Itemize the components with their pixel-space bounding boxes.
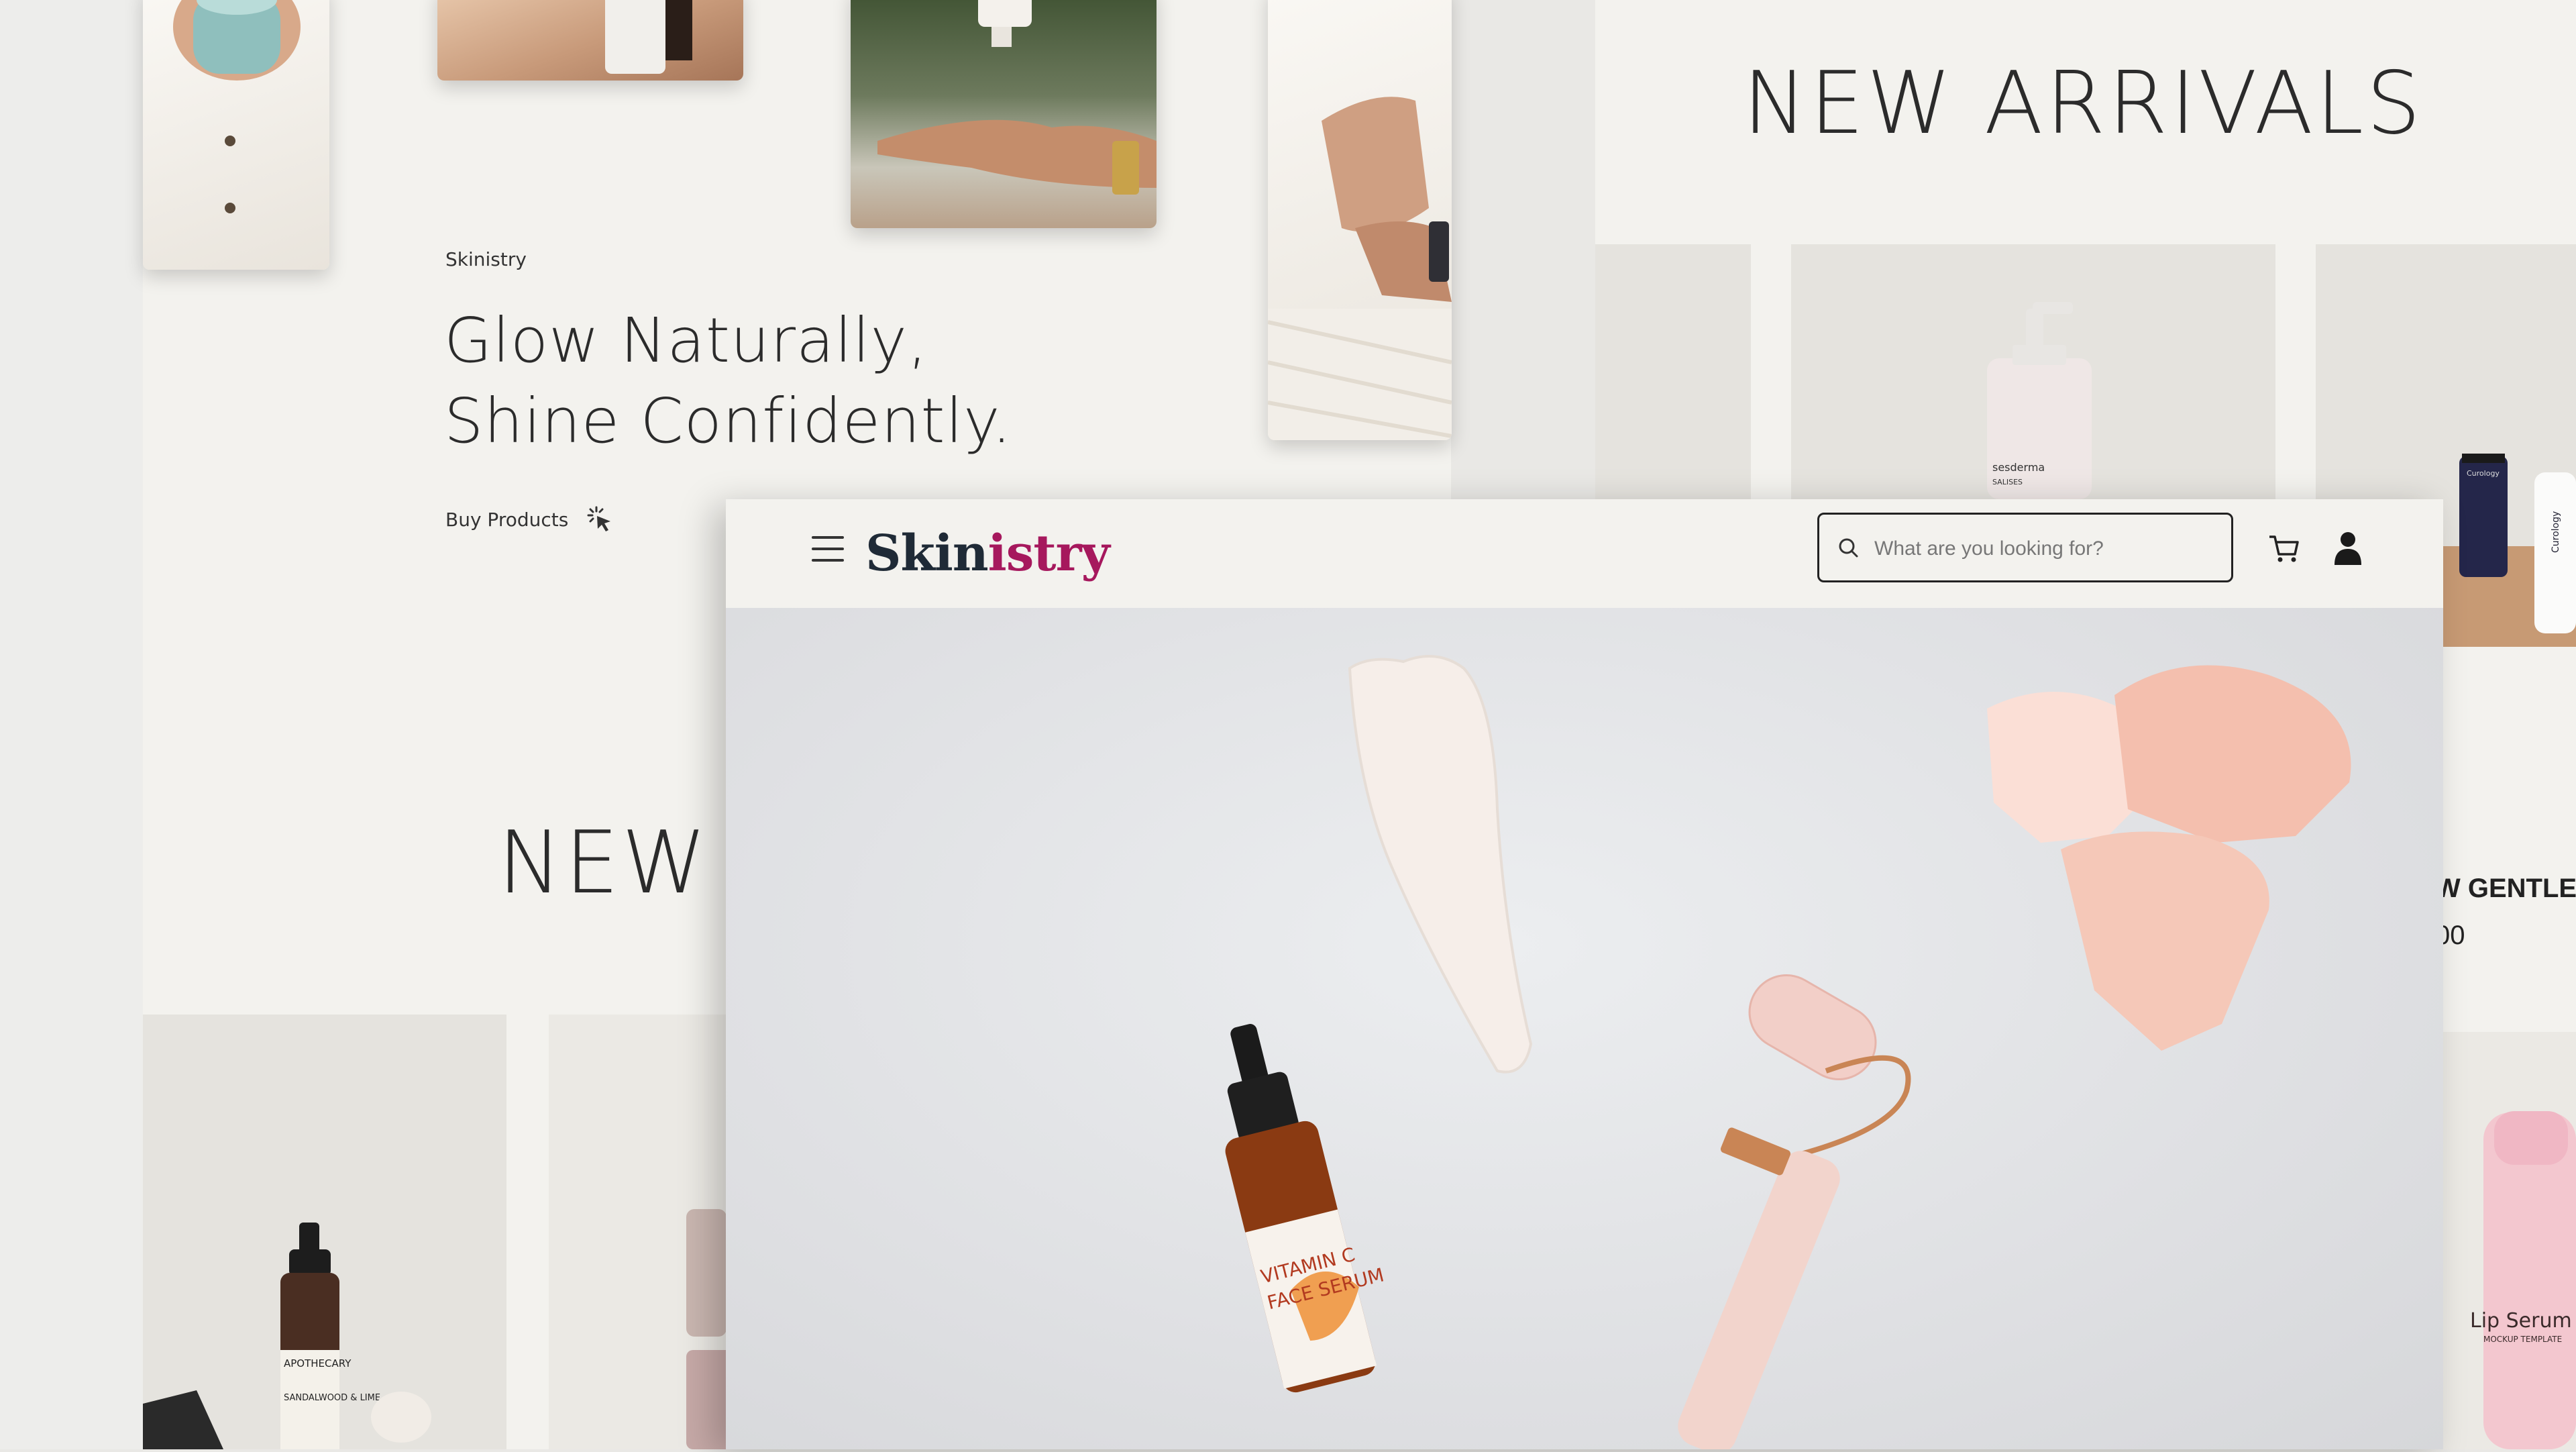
product-card[interactable]: APOTHECARY SANDALWOOD & LIME bbox=[143, 1015, 506, 1449]
svg-text:SANDALWOOD & LIME: SANDALWOOD & LIME bbox=[284, 1393, 380, 1403]
headline-line-1: Glow Naturally, bbox=[444, 305, 928, 376]
buy-products-label: Buy Products bbox=[445, 508, 569, 531]
hero-image: VITAMIN C FACE SERUM bbox=[726, 608, 2443, 1449]
site-logo[interactable]: Skinistry bbox=[865, 525, 1110, 582]
brand-label: Skinistry bbox=[445, 248, 527, 270]
svg-text:sesderma: sesderma bbox=[1992, 461, 2045, 474]
photo-hand-dropper bbox=[1268, 0, 1452, 440]
product-card[interactable] bbox=[1595, 244, 1751, 499]
photo-hands-jar bbox=[143, 0, 329, 270]
background-strip bbox=[0, 0, 143, 1449]
section-title-new-arrivals: NEW ARRIVALS bbox=[1743, 54, 2424, 154]
svg-text:Curology: Curology bbox=[2551, 511, 2561, 553]
product-card[interactable]: sesderma SALISES bbox=[1791, 244, 2275, 499]
photo-hand-lotion bbox=[851, 0, 1157, 228]
logo-part-istry: istry bbox=[987, 525, 1110, 582]
svg-text:SALISES: SALISES bbox=[1992, 478, 2023, 486]
search-icon bbox=[1839, 538, 1858, 558]
logo-part-skin: Skin bbox=[865, 525, 989, 582]
product-name: W GENTLE bbox=[2435, 874, 2576, 903]
cursor-click-icon bbox=[587, 506, 611, 531]
user-icon[interactable] bbox=[2332, 530, 2364, 566]
top-navbar: Skinistry bbox=[726, 499, 2443, 608]
photo-hand-tube bbox=[437, 0, 743, 81]
search-input[interactable] bbox=[1873, 529, 2224, 568]
buy-products-link[interactable]: Buy Products bbox=[445, 505, 615, 534]
svg-text:Lip Serum: Lip Serum bbox=[2470, 1309, 2572, 1333]
svg-text:APOTHECARY: APOTHECARY bbox=[284, 1357, 352, 1369]
product-card[interactable]: Lip Serum MOCKUP TEMPLATE bbox=[2443, 1032, 2576, 1449]
menu-icon[interactable] bbox=[812, 536, 844, 563]
headline-line-2: Shine Confidently. bbox=[444, 385, 1012, 457]
cart-icon[interactable] bbox=[2267, 531, 2302, 566]
hero-headline: Glow Naturally, Shine Confidently. bbox=[444, 301, 1012, 462]
svg-text:MOCKUP TEMPLATE: MOCKUP TEMPLATE bbox=[2483, 1335, 2562, 1344]
browser-window: Skinistry What are you looking for? VITA… bbox=[726, 499, 2443, 1449]
svg-text:Curology: Curology bbox=[2467, 469, 2500, 478]
search-box[interactable] bbox=[1817, 513, 2233, 582]
product-card[interactable] bbox=[549, 1015, 750, 1449]
